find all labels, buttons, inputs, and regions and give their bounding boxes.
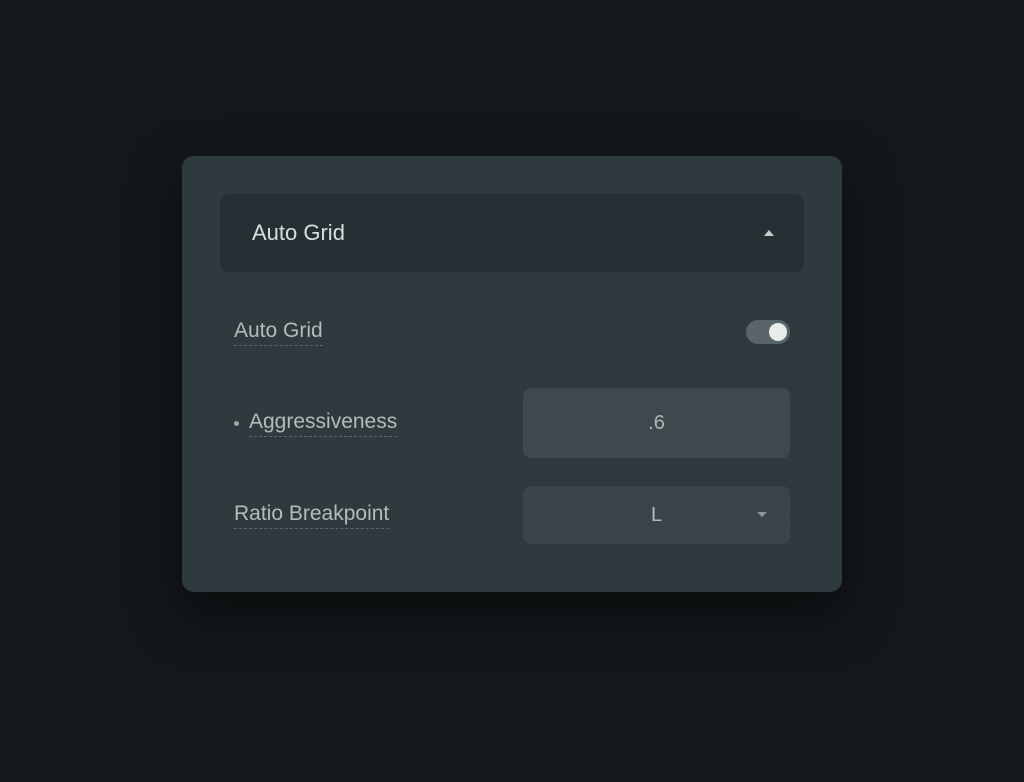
- aggressiveness-input[interactable]: .6: [523, 388, 790, 458]
- setting-row-ratio-breakpoint: Ratio Breakpoint L: [234, 486, 790, 544]
- auto-grid-label: Auto Grid: [234, 319, 323, 346]
- auto-grid-toggle[interactable]: [746, 320, 790, 344]
- setting-label-wrap: Auto Grid: [234, 319, 323, 346]
- ratio-breakpoint-value: L: [651, 504, 662, 527]
- caret-down-icon: [756, 511, 768, 519]
- section-header[interactable]: Auto Grid: [220, 194, 804, 272]
- ratio-breakpoint-select[interactable]: L: [523, 486, 790, 544]
- toggle-knob: [769, 323, 787, 341]
- aggressiveness-value: .6: [648, 412, 665, 435]
- chevron-up-icon: [762, 226, 776, 240]
- settings-list: Auto Grid Aggressiveness .6 Ratio Breakp…: [220, 304, 804, 544]
- setting-label-wrap: Aggressiveness: [234, 410, 397, 437]
- aggressiveness-label: Aggressiveness: [249, 410, 397, 437]
- setting-row-auto-grid: Auto Grid: [234, 304, 790, 360]
- ratio-breakpoint-label: Ratio Breakpoint: [234, 502, 389, 529]
- section-title: Auto Grid: [252, 220, 345, 246]
- settings-panel: Auto Grid Auto Grid Aggressiveness .6: [182, 156, 842, 592]
- setting-label-wrap: Ratio Breakpoint: [234, 502, 389, 529]
- bullet-icon: [234, 421, 239, 426]
- setting-row-aggressiveness: Aggressiveness .6: [234, 388, 790, 458]
